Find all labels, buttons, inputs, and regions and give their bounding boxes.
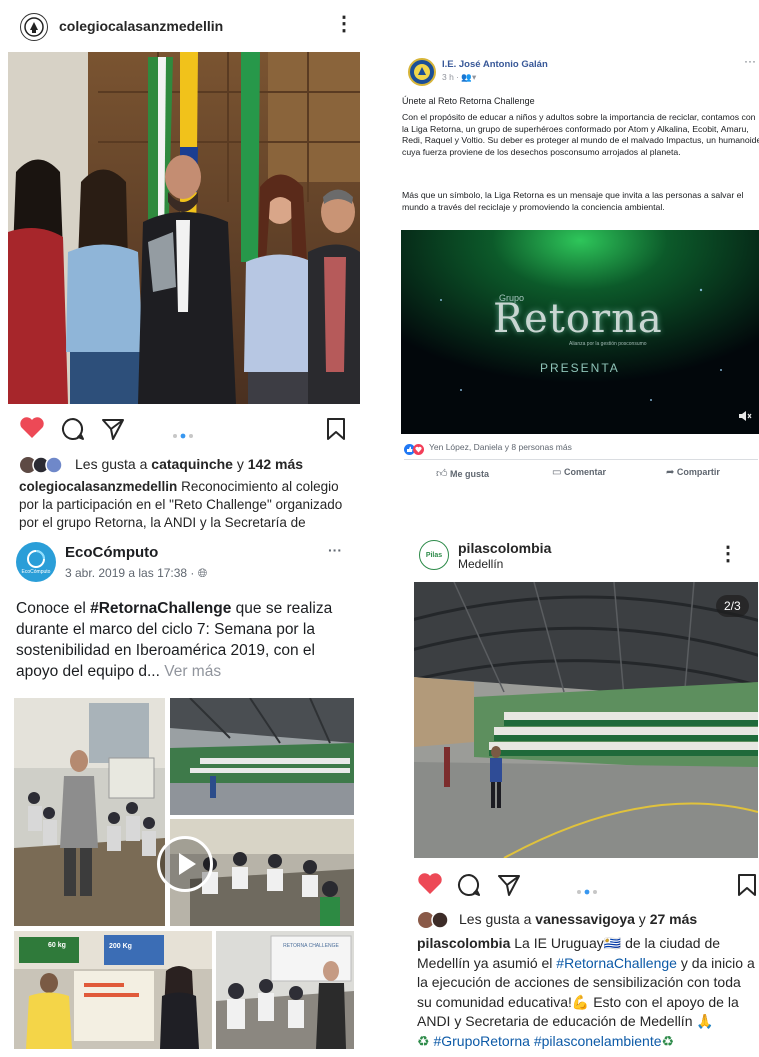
globe-icon: 🌐︎ bbox=[197, 566, 208, 580]
page-avatar[interactable] bbox=[408, 58, 436, 86]
post-colegio: colegiocalasanzmedellin ⋮ Les gusta a ca… bbox=[0, 0, 368, 530]
reactions-text[interactable]: Yen López, Daniela y 8 personas más bbox=[429, 442, 572, 452]
hashtag-link[interactable]: #GrupoRetorna bbox=[433, 1033, 530, 1049]
audience-icon: 👥▾ bbox=[461, 72, 477, 82]
comment-icon[interactable] bbox=[60, 416, 86, 447]
likes-row: Les gusta a cataquinche y 142 más bbox=[19, 455, 359, 477]
post-time[interactable]: 3 h · 👥▾ bbox=[442, 72, 476, 83]
page-name[interactable]: EcoCómputo bbox=[65, 544, 158, 561]
caption-username[interactable]: pilascolombia bbox=[417, 935, 510, 951]
likes-text[interactable]: Les gusta a vanessavigoya y 27 más bbox=[459, 911, 697, 927]
recycle-icon: ♻ bbox=[661, 1032, 675, 1049]
video-presenta: PRESENTA bbox=[540, 361, 620, 375]
thumbs-up-icon: 👍︎ bbox=[436, 468, 448, 480]
hashtag-link[interactable]: #pilasconelambiente bbox=[534, 1033, 662, 1049]
post-paragraph-2: Más que un símbolo, la Liga Retorna es u… bbox=[402, 190, 744, 212]
flexed-arm-icon: 💪 bbox=[571, 993, 590, 1010]
post-caption: pilascolombia La IE Uruguay🇺🇾 de la ciud… bbox=[417, 935, 755, 1049]
hashtag-link[interactable]: #RetornaChallenge bbox=[556, 955, 677, 971]
post-caption: colegiocalasanzmedellin Reconocimiento a… bbox=[19, 479, 343, 530]
more-options-icon[interactable]: ··· bbox=[328, 542, 342, 558]
bookmark-icon[interactable] bbox=[736, 872, 758, 903]
more-options-icon[interactable]: ⋮ bbox=[718, 544, 738, 564]
sign-200: 200 Kg bbox=[109, 943, 132, 950]
divider bbox=[404, 459, 758, 460]
praying-hands-icon: 🙏 bbox=[696, 1013, 714, 1029]
post-date[interactable]: 3 abr. 2019 a las 17:38 · 🌐︎ bbox=[65, 566, 207, 581]
video-player[interactable]: Grupo Retorna Alianza por la gestión pos… bbox=[401, 230, 759, 434]
share-arrow-icon: ➦ bbox=[666, 467, 675, 478]
avatar-text: Pilas bbox=[425, 551, 443, 559]
more-options-icon[interactable]: ⋮ bbox=[334, 14, 354, 34]
post-text: Conoce el #RetornaChallenge que se reali… bbox=[16, 600, 333, 680]
recycle-icon: ♻ bbox=[417, 1032, 430, 1049]
post-actions bbox=[398, 868, 759, 904]
avatar[interactable] bbox=[20, 13, 48, 41]
see-more-link[interactable]: Ver más bbox=[160, 663, 221, 680]
heart-icon[interactable] bbox=[417, 872, 443, 901]
carousel-dots bbox=[172, 426, 194, 444]
share-icon[interactable] bbox=[100, 416, 126, 447]
post-actions bbox=[0, 410, 368, 446]
sign-60: 60 kg bbox=[48, 942, 66, 949]
liker-avatars[interactable] bbox=[417, 910, 455, 935]
comment-icon: ▭ bbox=[552, 467, 562, 478]
post-paragraph-1: Con el propósito de educar a niños y adu… bbox=[402, 112, 759, 157]
liker-avatars[interactable] bbox=[19, 455, 69, 480]
play-icon bbox=[179, 853, 196, 875]
banner-text: RETORNA CHALLENGE bbox=[283, 943, 339, 949]
heart-icon[interactable] bbox=[19, 416, 45, 445]
username[interactable]: pilascolombia bbox=[458, 540, 551, 556]
love-reaction-icon bbox=[413, 442, 424, 460]
video-tagline: Alianza por la gestión posconsumo bbox=[569, 341, 647, 347]
post-title-line: Únete al Reto Retorna Challenge bbox=[402, 96, 535, 106]
carousel-counter: 2/3 bbox=[716, 595, 749, 617]
post-header: colegiocalasanzmedellin ⋮ bbox=[0, 0, 368, 50]
post-photo[interactable] bbox=[8, 52, 360, 404]
mute-icon[interactable] bbox=[738, 410, 752, 422]
comment-button[interactable]: ▭ Comentar bbox=[552, 467, 606, 478]
post-ecocomputo: EcoCómputo EcoCómputo 3 abr. 2019 a las … bbox=[0, 532, 368, 1057]
location[interactable]: Medellín bbox=[458, 557, 503, 571]
page-avatar[interactable]: EcoCómputo bbox=[16, 542, 56, 582]
caption-username[interactable]: colegiocalasanzmedellin bbox=[19, 479, 177, 494]
likes-text[interactable]: Les gusta a cataquinche y 142 más bbox=[75, 456, 303, 472]
more-options-icon[interactable]: ··· bbox=[744, 54, 756, 68]
like-button[interactable]: 👍︎ Me gusta bbox=[436, 467, 489, 480]
video-brand: Retorna bbox=[493, 296, 663, 342]
hashtag-link[interactable]: #RetornaChallenge bbox=[90, 600, 231, 617]
flag-emoji-icon: 🇺🇾 bbox=[603, 935, 622, 951]
likes-row: Les gusta a vanessavigoya y 27 más bbox=[417, 910, 757, 932]
grid-photo-1[interactable] bbox=[14, 698, 165, 926]
post-pilascolombia: Pilas pilascolombia Medellín ⋮ 2/3 Les g… bbox=[398, 530, 759, 1057]
post-facebook: I.E. José Antonio Galán 3 h · 👥▾ ··· Úne… bbox=[398, 48, 759, 490]
play-button[interactable] bbox=[157, 836, 213, 892]
username[interactable]: colegiocalasanzmedellin bbox=[59, 18, 223, 34]
page-name[interactable]: I.E. José Antonio Galán bbox=[442, 59, 548, 70]
bookmark-icon[interactable] bbox=[325, 416, 347, 447]
grid-photo-2[interactable] bbox=[170, 698, 354, 815]
post-photo[interactable]: 2/3 bbox=[414, 582, 758, 858]
comment-icon[interactable] bbox=[456, 872, 482, 903]
carousel-dots bbox=[576, 882, 598, 900]
avatar[interactable]: Pilas bbox=[419, 540, 449, 570]
share-icon[interactable] bbox=[496, 872, 522, 903]
grid-photo-4[interactable]: 60 kg 200 Kg bbox=[14, 931, 212, 1049]
grid-photo-5[interactable]: RETORNA CHALLENGE bbox=[216, 931, 354, 1049]
avatar-text: EcoCómputo bbox=[21, 569, 51, 575]
share-button[interactable]: ➦ Compartir bbox=[666, 467, 720, 478]
